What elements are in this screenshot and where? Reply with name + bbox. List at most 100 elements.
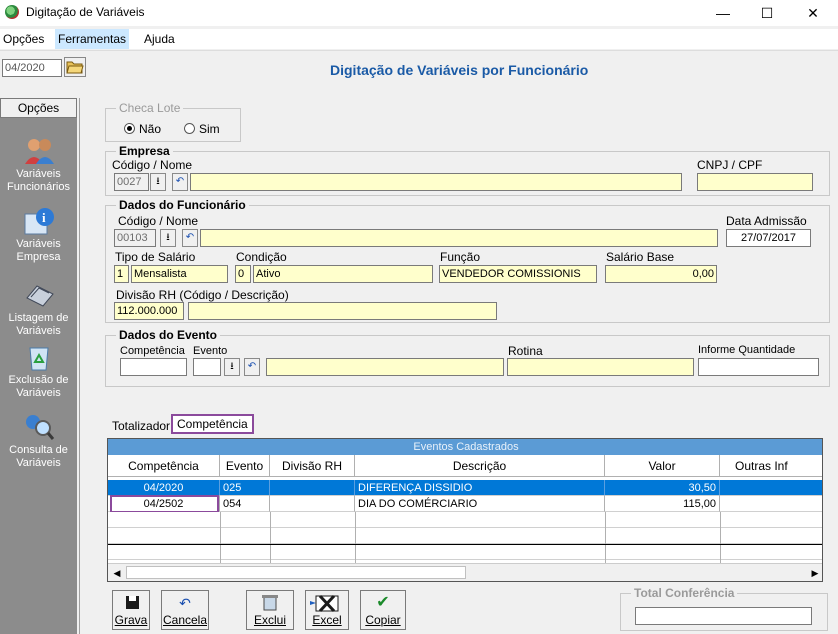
menu-ajuda[interactable]: Ajuda (141, 29, 178, 49)
radio-nao-indicator (124, 123, 135, 134)
cell-evento: 054 (220, 496, 270, 512)
evento-undo-button[interactable]: ↶ (244, 358, 260, 376)
menu-ferramentas[interactable]: Ferramentas (55, 29, 130, 49)
sidebar: Opções Variáveis Funcionários i Variávei… (0, 98, 77, 634)
rotina-label: Rotina (508, 344, 543, 358)
cell-valor: 115,00 (605, 496, 720, 512)
excel-button[interactable]: Excel (305, 590, 349, 630)
total-conferencia-field[interactable] (635, 607, 812, 625)
open-folder-button[interactable] (64, 57, 86, 77)
copiar-button[interactable]: ✔ Copiar (360, 590, 406, 630)
page-title: Digitação de Variáveis por Funcionário (330, 62, 589, 78)
grava-label: Grava (114, 613, 148, 627)
grid-caption: Eventos Cadastrados (108, 439, 822, 455)
tab-totalizador[interactable]: Totalizador (108, 418, 174, 436)
condicao-label: Condição (236, 250, 287, 264)
funcionario-lookup-button[interactable]: ⭳ (160, 229, 176, 247)
sidebar-item-consulta[interactable]: Consulta de Variáveis (0, 412, 77, 470)
sidebar-item-variaveis-empresa[interactable]: i Variáveis Empresa (0, 206, 77, 264)
col-header-valor[interactable]: Valor (605, 455, 720, 477)
evento-lookup-button[interactable]: ⭳ (224, 358, 240, 376)
salario-field[interactable]: 0,00 (605, 265, 717, 283)
empresa-codigo-field[interactable]: 0027 (114, 173, 149, 191)
title-bar: Digitação de Variáveis — ☐ ✕ (0, 0, 838, 26)
cell-descricao: DIA DO COMÉRCIARIO (355, 496, 605, 512)
close-button[interactable]: ✕ (790, 0, 836, 26)
exclui-button[interactable]: Exclui (246, 590, 294, 630)
condicao-field[interactable]: Ativo (253, 265, 433, 283)
grava-button[interactable]: Grava (112, 590, 150, 630)
cancela-label: Cancela (162, 613, 208, 627)
col-header-competencia[interactable]: Competência (108, 455, 220, 477)
scroll-thumb[interactable] (126, 566, 466, 579)
horizontal-scrollbar[interactable]: ◀ ▶ (108, 563, 822, 581)
cell-outras (720, 480, 822, 496)
empresa-undo-button[interactable]: ↶ (172, 173, 188, 191)
app-icon (5, 5, 19, 19)
cancela-button[interactable]: ↶ Cancela (161, 590, 209, 630)
tipo-salario-field[interactable]: Mensalista (131, 265, 228, 283)
funcao-field[interactable]: VENDEDOR COMISSIONIS (439, 265, 597, 283)
col-header-descricao[interactable]: Descrição (355, 455, 605, 477)
sidebar-item-label: Variáveis Empresa (16, 238, 61, 263)
rotina-field[interactable] (507, 358, 694, 376)
radio-nao[interactable]: Não (124, 122, 161, 136)
quantidade-input[interactable] (698, 358, 819, 376)
competencia-input[interactable] (120, 358, 187, 376)
funcionario-nome-field[interactable] (200, 229, 718, 247)
cell-divisao (270, 480, 355, 496)
col-header-outras[interactable]: Outras Inf (720, 455, 822, 477)
col-header-divisao[interactable]: Divisão RH (270, 455, 355, 477)
table-row[interactable]: 04/2020 025 DIFERENÇA DISSIDIO 30,50 (108, 480, 822, 496)
grid-line (355, 512, 356, 564)
evento-legend: Dados do Evento (116, 328, 221, 342)
undo-icon: ↶ (179, 595, 191, 611)
sidebar-item-variaveis-funcionarios[interactable]: Variáveis Funcionários (0, 136, 77, 194)
printer-icon (25, 285, 54, 307)
undo-icon: ↶ (185, 232, 195, 243)
sidebar-item-exclusao[interactable]: Exclusão de Variáveis (0, 342, 77, 400)
evento-desc-field[interactable] (266, 358, 504, 376)
sidebar-item-listagem[interactable]: Listagem de Variáveis (0, 280, 77, 338)
tab-competencia[interactable]: Competência (171, 414, 254, 434)
admissao-label: Data Admissão (726, 214, 807, 228)
cell-outras (720, 496, 822, 512)
empresa-codigo-label: Código / Nome (112, 158, 193, 172)
tipo-salario-label: Tipo de Salário (115, 250, 196, 264)
cell-valor: 30,50 (605, 480, 720, 496)
funcionario-codigo-field[interactable]: 00103 (114, 229, 156, 247)
salario-label: Salário Base (606, 250, 675, 264)
radio-sim[interactable]: Sim (184, 122, 220, 136)
empresa-legend: Empresa (116, 144, 173, 158)
col-header-evento[interactable]: Evento (220, 455, 270, 477)
condicao-code[interactable]: 0 (235, 265, 251, 283)
admissao-field[interactable]: 27/07/2017 (726, 229, 811, 247)
minimize-button[interactable]: — (700, 0, 746, 26)
menu-bar: Opções Ferramentas Ajuda (0, 29, 838, 49)
divisao-code[interactable]: 112.000.000 (114, 302, 184, 320)
scroll-right-icon[interactable]: ▶ (808, 566, 822, 580)
svg-text:i: i (42, 210, 46, 225)
menu-opcoes[interactable]: Opções (0, 29, 47, 49)
maximize-button[interactable]: ☐ (744, 0, 790, 26)
grid-line (108, 544, 822, 545)
top-toolbar: 04/2020 Digitação de Variáveis por Funci… (0, 50, 838, 92)
evento-input[interactable] (193, 358, 221, 376)
divisao-desc[interactable] (188, 302, 497, 320)
sidebar-header[interactable]: Opções (0, 98, 77, 118)
folder-icon (66, 61, 84, 74)
sidebar-item-label: Listagem de Variáveis (8, 312, 69, 337)
cnpj-field[interactable] (697, 173, 813, 191)
empty-rows (108, 512, 822, 564)
tipo-salario-code[interactable]: 1 (114, 265, 129, 283)
period-field[interactable]: 04/2020 (2, 59, 62, 77)
empresa-lookup-button[interactable]: ⭳ (150, 173, 166, 191)
scroll-left-icon[interactable]: ◀ (110, 566, 124, 580)
empresa-nome-field[interactable] (190, 173, 682, 191)
copiar-label: Copiar (365, 613, 401, 627)
checkmark-icon: ✔ (376, 594, 390, 611)
funcionario-undo-button[interactable]: ↶ (182, 229, 198, 247)
divisao-label: Divisão RH (Código / Descrição) (116, 288, 289, 302)
users-icon (24, 139, 54, 164)
excel-icon (310, 594, 339, 613)
